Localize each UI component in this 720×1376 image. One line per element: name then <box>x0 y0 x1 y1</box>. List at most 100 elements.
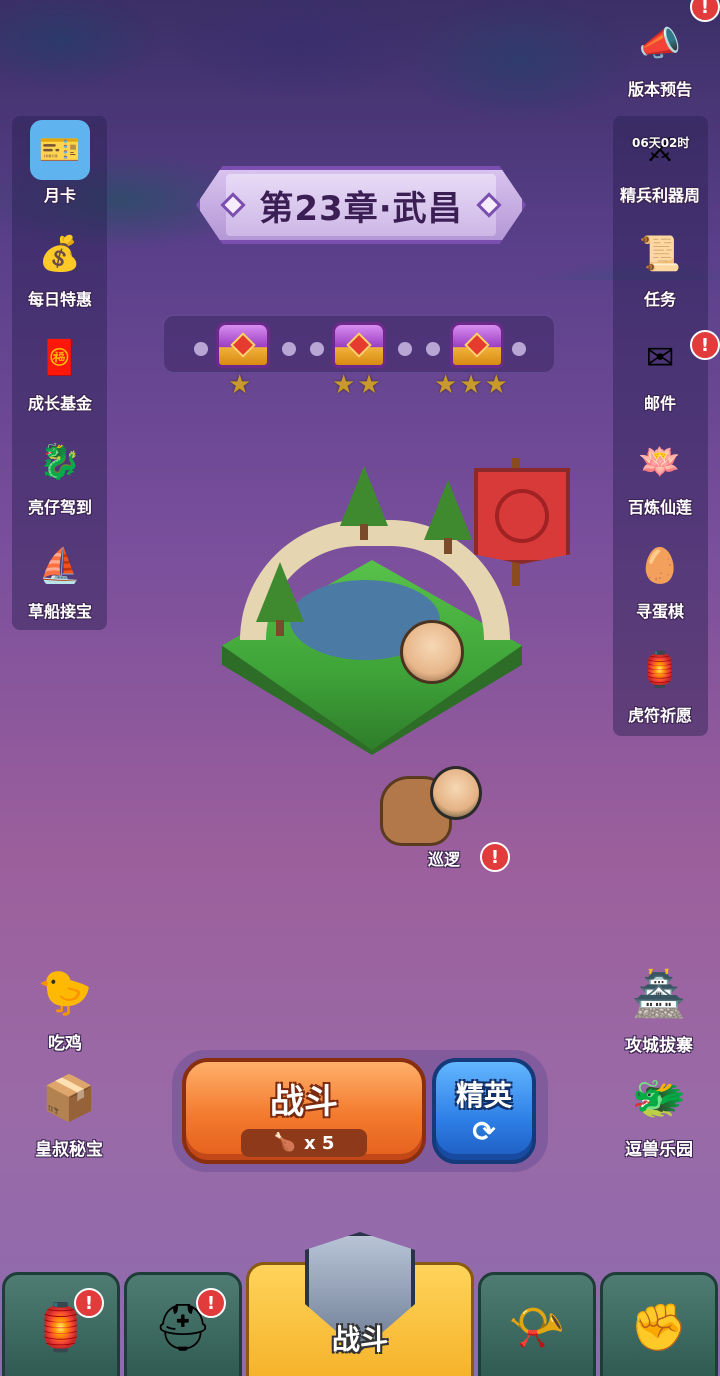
progress-dot <box>282 342 296 356</box>
hero-arrival-icon: 🐉 <box>38 442 82 482</box>
nav-heroes-alert-badge: ! <box>196 1288 226 1318</box>
hero-arrival-button[interactable]: 🐉 亮仔驾到 <box>10 422 110 518</box>
chicken-label: 吃鸡 <box>48 1034 82 1054</box>
weapon-week-button[interactable]: ⚔ 精兵利器周 <box>610 110 710 206</box>
star-icon: ★ <box>228 370 252 400</box>
progress-dot <box>398 342 412 356</box>
chest-3-stars: ★ ★ ★ <box>434 370 508 400</box>
elite-label: 精英 <box>455 1079 512 1112</box>
tiger-tally-icon: 🏮 <box>638 650 682 690</box>
egg-icon: 🥚 <box>638 546 682 586</box>
chest-gem-icon <box>230 332 256 358</box>
star-icon: ★ <box>459 370 483 400</box>
monthly-card-label: 月卡 <box>43 186 76 205</box>
nav-tab-upgrade[interactable]: ✊ <box>600 1272 718 1376</box>
nav-tab-horn[interactable]: 📯 <box>478 1272 596 1376</box>
chapter-title: 第23章·武昌 <box>259 188 463 229</box>
uncle-treasure-icon: 📦 <box>41 1073 97 1124</box>
refresh-icon: ⟳ <box>472 1115 496 1148</box>
chapter-progress-bar <box>162 314 556 374</box>
reward-chest-2[interactable] <box>332 322 386 368</box>
horn-icon: 📯 <box>508 1300 566 1354</box>
stamina-cost: 🍗 x 5 <box>241 1129 367 1157</box>
announcement-icon: 📣 <box>638 24 682 64</box>
growth-fund-label: 成长基金 <box>27 394 92 413</box>
tiger-tally-button[interactable]: 🏮 虎符祈愿 <box>610 630 710 726</box>
tree-icon <box>424 480 472 540</box>
growth-fund-icon: 🧧 <box>38 338 82 378</box>
tree-trunk <box>444 538 452 554</box>
quest-label: 任务 <box>643 290 676 309</box>
straw-boat-label: 草船接宝 <box>27 602 92 621</box>
mail-icon: ✉ <box>645 338 675 378</box>
fist-upgrade-icon: ✊ <box>630 1300 688 1354</box>
star-icon: ★ <box>484 370 508 400</box>
lotus-button[interactable]: 🪷 百炼仙莲 <box>610 422 710 518</box>
weapon-week-label: 精兵利器周 <box>619 186 700 205</box>
gift-bag-icon: 💰 <box>38 234 82 274</box>
bottom-nav: 🏮 ! ⛑ ! 战斗 📯 ✊ <box>0 1232 720 1376</box>
tree-trunk <box>360 524 368 540</box>
nav-shop-alert-badge: ! <box>74 1288 104 1318</box>
egg-chess-button[interactable]: 🥚 寻蛋棋 <box>610 526 710 622</box>
progress-dot <box>426 342 440 356</box>
monthly-card-button[interactable]: 🎫 月卡 <box>10 110 110 206</box>
rider-avatar <box>430 766 482 820</box>
fight-button[interactable]: 战斗 🍗 x 5 <box>182 1058 426 1164</box>
fight-label: 战斗 <box>270 1082 338 1122</box>
chapter-banner: 第23章·武昌 <box>196 166 526 244</box>
lotus-icon: 🪷 <box>638 442 682 482</box>
chest-1-stars: ★ <box>228 370 251 400</box>
egg-chess-label: 寻蛋棋 <box>635 602 684 621</box>
war-flag-icon <box>474 468 570 564</box>
beast-park-icon: 🐲 <box>631 1073 687 1124</box>
uncle-treasure-label: 皇叔秘宝 <box>35 1140 103 1160</box>
uncle-treasure-button[interactable]: 📦 皇叔秘宝 <box>14 1060 124 1161</box>
progress-dot <box>310 342 324 356</box>
tree-trunk <box>276 620 284 636</box>
reward-chest-1[interactable] <box>216 322 270 368</box>
chest-gem-icon <box>346 332 372 358</box>
progress-dot <box>194 342 208 356</box>
elite-button[interactable]: 精英 ⟳ <box>432 1058 536 1164</box>
tree-icon <box>256 562 304 622</box>
stamina-cost-value: x 5 <box>304 1132 335 1154</box>
siege-label: 攻城拔寨 <box>625 1036 693 1056</box>
straw-boat-button[interactable]: ⛵ 草船接宝 <box>10 526 110 622</box>
nav-tab-shop[interactable]: 🏮 <box>2 1272 120 1376</box>
mail-alert-badge: ! <box>690 330 720 360</box>
flag-emblem <box>495 489 549 543</box>
chicken-button[interactable]: 🐤 吃鸡 <box>10 954 120 1055</box>
tiger-tally-label: 虎符祈愿 <box>627 706 692 725</box>
hero-avatar <box>400 620 464 684</box>
reward-chest-3[interactable] <box>450 322 504 368</box>
daily-deal-button[interactable]: 💰 每日特惠 <box>10 214 110 310</box>
daily-deal-label: 每日特惠 <box>27 290 92 309</box>
straw-boat-icon: ⛵ <box>38 546 82 586</box>
nav-battle-label: 战斗 <box>331 1323 388 1356</box>
beast-park-button[interactable]: 🐲 逗兽乐园 <box>604 1060 714 1161</box>
star-icon: ★ <box>357 370 381 400</box>
star-icon: ★ <box>332 370 356 400</box>
beast-park-label: 逗兽乐园 <box>625 1140 693 1160</box>
quest-scroll-icon: 📜 <box>638 234 682 274</box>
progress-dot <box>512 342 526 356</box>
nav-tab-heroes[interactable]: ⛑ <box>124 1272 242 1376</box>
mail-label: 邮件 <box>643 394 676 413</box>
patrol-alert-badge: ! <box>480 842 510 872</box>
version-preview-label: 版本预告 <box>627 80 692 99</box>
growth-fund-button[interactable]: 🧧 成长基金 <box>10 318 110 414</box>
tree-icon <box>340 466 388 526</box>
star-icon: ★ <box>434 370 458 400</box>
meat-icon: 🍗 <box>273 1132 296 1153</box>
chest-2-stars: ★ ★ <box>332 370 381 400</box>
chick-icon: 🐤 <box>37 967 93 1018</box>
siege-gate-icon: 🏯 <box>631 969 687 1020</box>
hero-arrival-label: 亮仔驾到 <box>27 498 92 517</box>
weapon-week-timer: 06天02时 <box>632 136 690 150</box>
siege-button[interactable]: 🏯 攻城拔寨 <box>604 956 714 1057</box>
monthly-card-icon: 🎫 <box>30 120 90 180</box>
patrol-label: 巡逻 <box>428 850 461 869</box>
lotus-label: 百炼仙莲 <box>627 498 692 517</box>
quest-button[interactable]: 📜 任务 <box>610 214 710 310</box>
